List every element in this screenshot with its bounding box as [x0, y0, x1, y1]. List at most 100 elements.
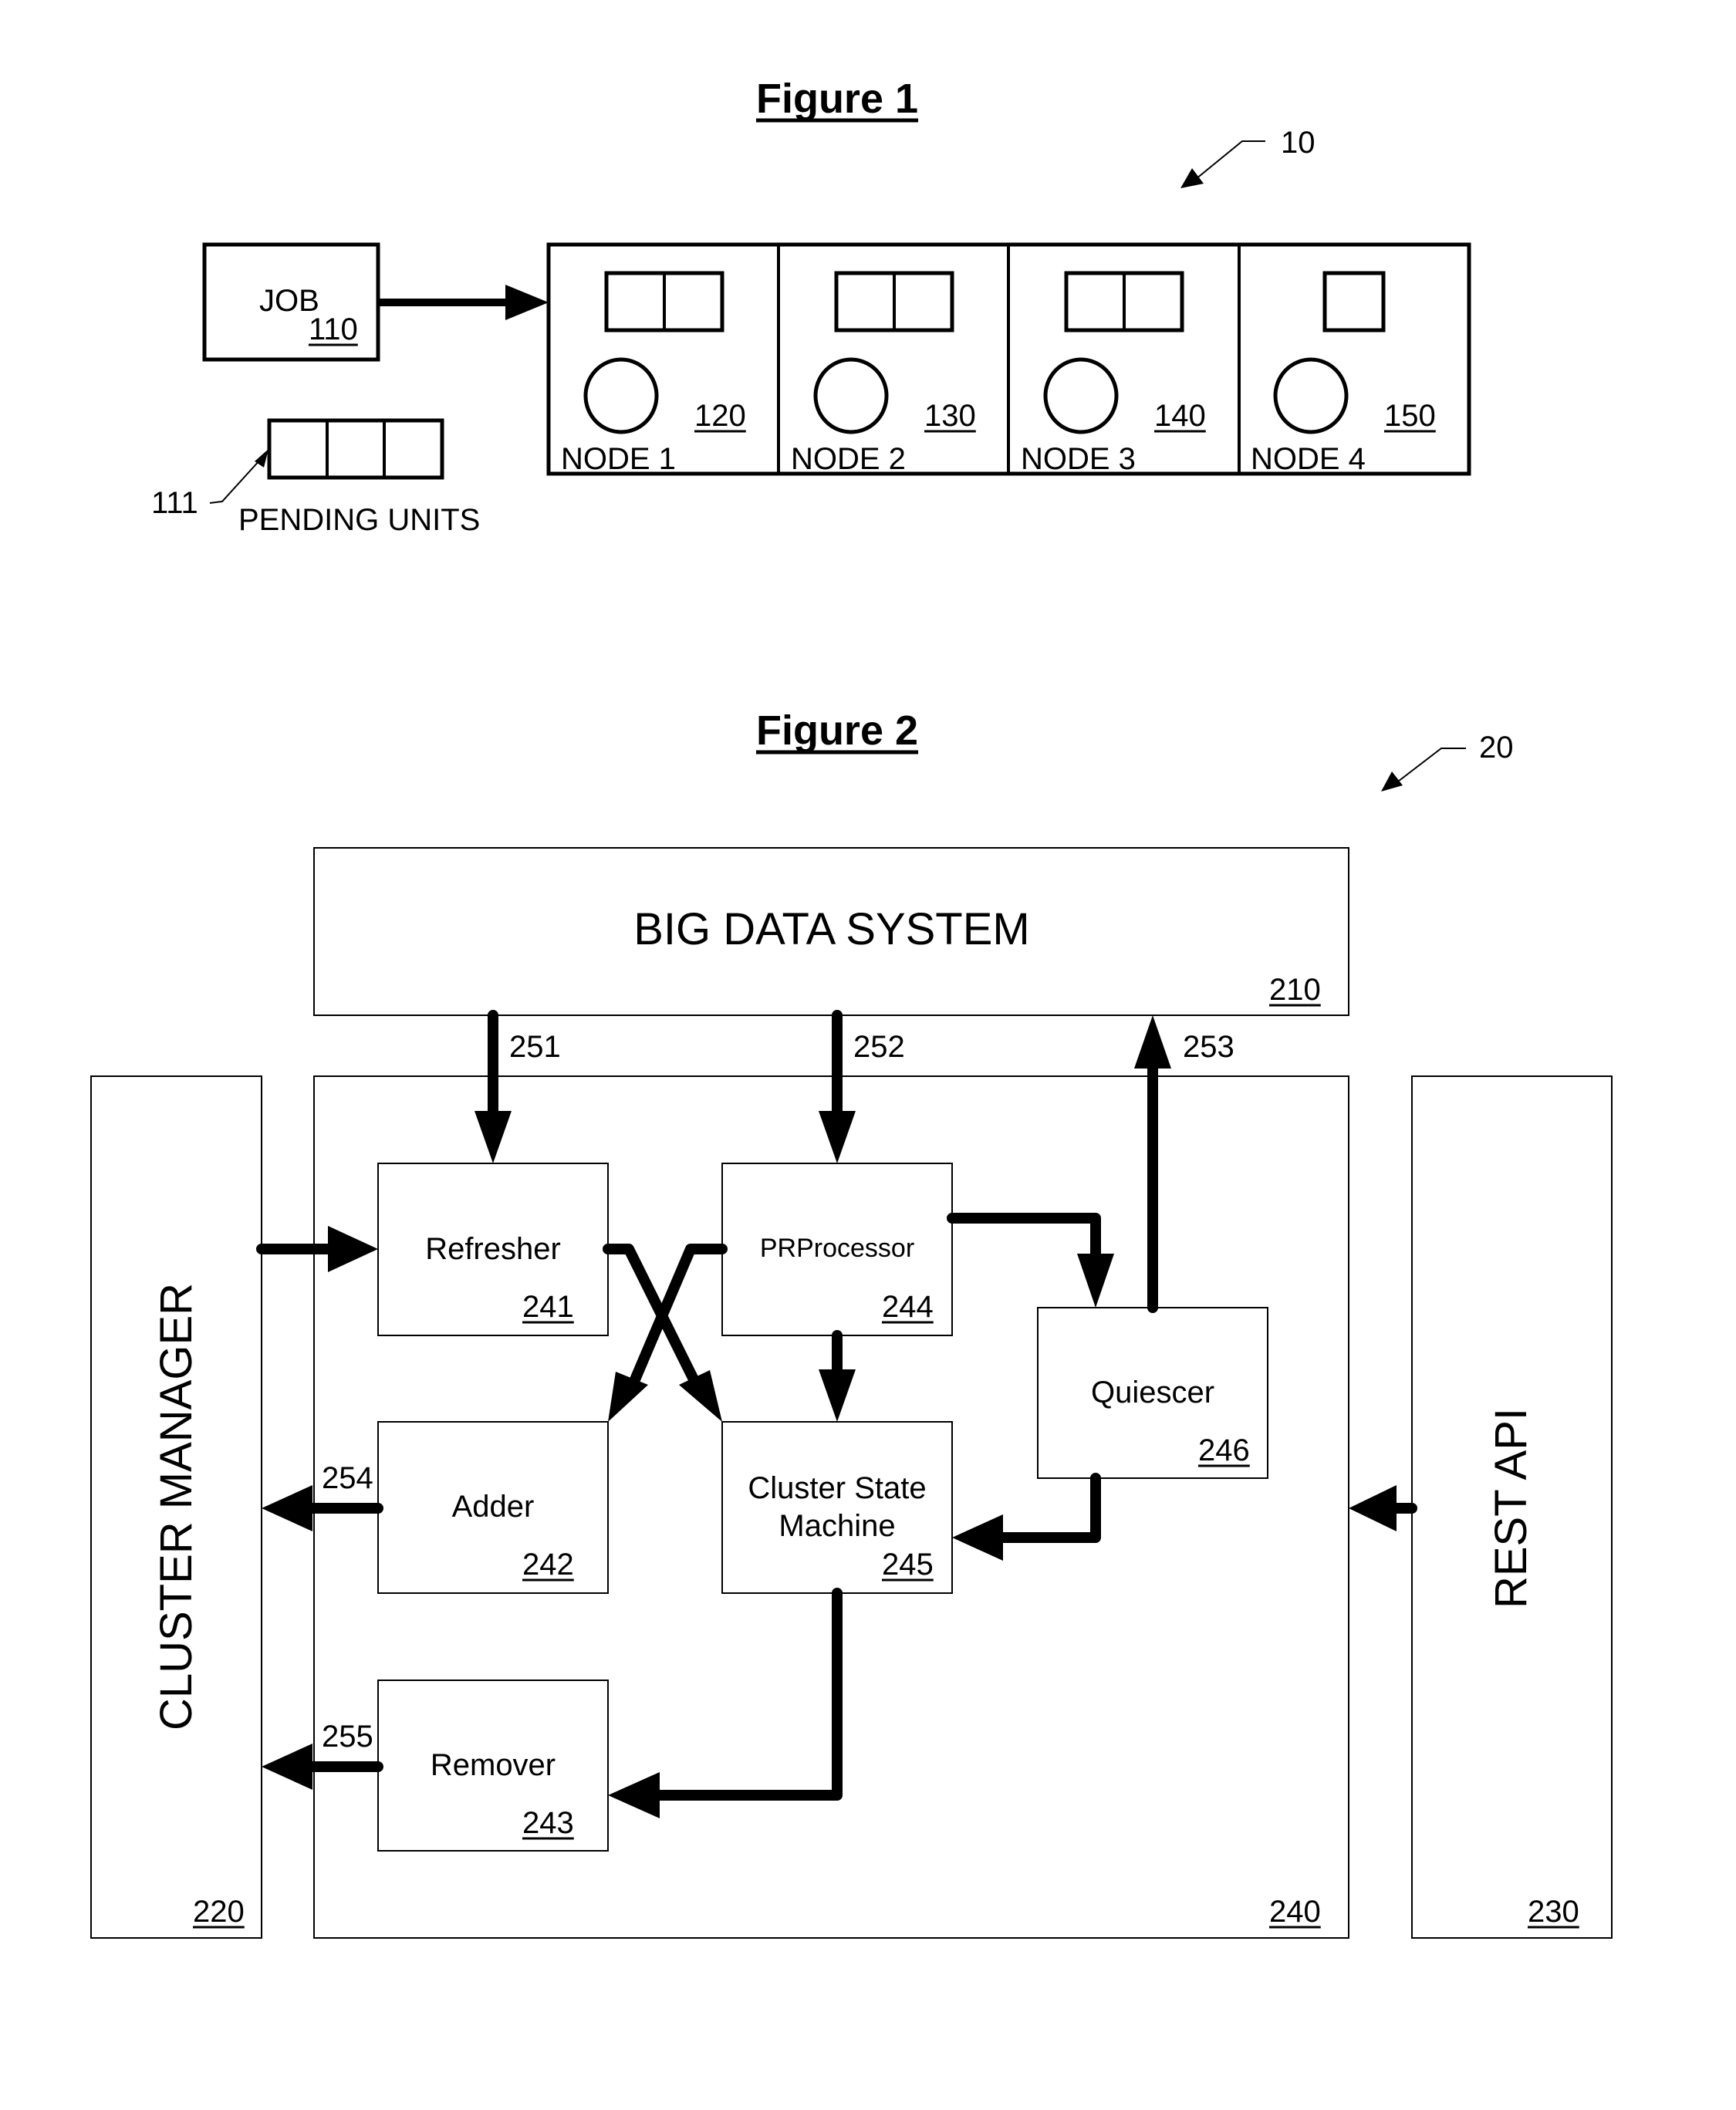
quiescer: Quiescer 246 [1037, 1307, 1268, 1479]
node-4-processor-circle [1273, 357, 1349, 434]
remover: Remover 243 [377, 1680, 609, 1852]
prprocessor-label: PRProcessor [760, 1234, 914, 1263]
node-1: 120 NODE 1 [561, 271, 746, 476]
prprocessor-to-csm-arrow [819, 1330, 856, 1422]
flow-251-label: 251 [509, 1030, 561, 1064]
node-3-processor-circle [1043, 357, 1119, 434]
node-3-label: NODE 3 [1021, 442, 1136, 476]
node-4: 150 NODE 4 [1251, 271, 1436, 476]
remover-label: Remover [431, 1748, 556, 1782]
quiescer-csm-line [994, 1473, 1101, 1543]
cluster-state-machine: Cluster State Machine 245 [721, 1421, 953, 1594]
arrowhead-111 [255, 449, 269, 468]
node-4-unit-rect [1322, 271, 1386, 333]
refresher-ref: 241 [522, 1290, 574, 1324]
node-3-ref: 140 [1154, 399, 1206, 433]
flow-254-label: 254 [322, 1461, 373, 1495]
adder-label: Adder [452, 1490, 535, 1524]
controller-ref: 240 [1269, 1895, 1321, 1929]
cluster-manager-ref: 220 [193, 1895, 245, 1929]
node-1-ref: 120 [694, 399, 746, 433]
leader-line-20 [1394, 748, 1466, 785]
prprocessor: PRProcessor 244 [721, 1163, 953, 1336]
flow-252-arrow: 252 [819, 1010, 905, 1163]
rest-api: REST API 230 [1411, 1075, 1613, 1939]
node-3: 140 NODE 3 [1021, 271, 1206, 476]
leader-line-111 [209, 458, 262, 504]
flow-251-arrowhead [475, 1111, 512, 1163]
leader-line-10 [1195, 140, 1265, 180]
refresher: Refresher 241 [377, 1163, 609, 1336]
arrowhead-10 [1180, 168, 1204, 188]
prprocessor-csm-arrowhead [819, 1369, 856, 1422]
prprocessor-quiescer-arrowhead [1077, 1254, 1114, 1308]
flow-255-label: 255 [322, 1720, 373, 1754]
flow-254-arrow: 254 [262, 1461, 383, 1531]
prprocessor-ref: 244 [882, 1290, 934, 1324]
job-ref: 110 [309, 312, 358, 346]
node-2-ref: 130 [924, 399, 976, 433]
node-2: 130 NODE 2 [791, 271, 976, 476]
flow-252-label: 252 [853, 1030, 905, 1064]
cluster-state-machine-label-line1: Cluster State [748, 1471, 926, 1505]
csm-remover-line [650, 1588, 843, 1801]
flow-255-arrow: 255 [262, 1720, 383, 1790]
remover-ref: 243 [522, 1806, 574, 1840]
node-4-ref: 150 [1384, 399, 1436, 433]
csm-remover-arrowhead [608, 1772, 660, 1818]
arrowhead-20 [1381, 771, 1403, 792]
rest-api-controller-arrowhead [1349, 1485, 1397, 1531]
prprocessor-to-quiescer-arrow [947, 1213, 1114, 1308]
refresher-csm-arrowhead [679, 1370, 722, 1422]
pending-rect [267, 418, 444, 480]
flow-252-arrowhead [819, 1111, 856, 1163]
job-box: JOB 110 [202, 242, 380, 362]
quiescer-to-csm-arrow [952, 1473, 1101, 1561]
quiescer-label: Quiescer [1091, 1376, 1214, 1409]
rest-api-to-controller-arrow [1349, 1485, 1417, 1531]
figure-2-title: Figure 2 [756, 707, 918, 754]
big-data-system-label: BIG DATA SYSTEM [633, 904, 1030, 954]
adder-ref: 242 [522, 1548, 574, 1582]
prprocessor-adder-arrowhead [608, 1372, 648, 1422]
nodes-cluster: 120 NODE 1 130 NODE 2 140 NODE 3 150 NOD… [546, 242, 1471, 476]
cm-refresher-arrowhead [328, 1226, 378, 1272]
ref-10: 10 [1281, 126, 1316, 160]
node-2-label: NODE 2 [791, 442, 906, 476]
ref-20: 20 [1479, 731, 1514, 765]
cluster-state-machine-ref: 245 [882, 1548, 934, 1582]
big-data-system-ref: 210 [1269, 973, 1321, 1007]
figure-1: Figure 1 10 JOB 110 111 PENDING UNITS 12… [151, 76, 1471, 537]
rest-api-ref: 230 [1528, 1895, 1579, 1929]
quiescer-csm-arrowhead [952, 1514, 1003, 1561]
flow-254-arrowhead [262, 1485, 312, 1531]
prprocessor-quiescer-line [947, 1213, 1101, 1263]
job-to-nodes-arrow [378, 285, 549, 320]
system-10-pointer: 10 [1180, 126, 1316, 188]
flow-253-label: 253 [1183, 1030, 1234, 1064]
ref-111: 111 [151, 486, 198, 520]
job-arrowhead [505, 285, 549, 320]
big-data-system: BIG DATA SYSTEM 210 [313, 847, 1349, 1016]
cluster-manager-label: CLUSTER MANAGER [151, 1283, 201, 1730]
node-1-processor-circle [583, 357, 659, 434]
rest-api-label: REST API [1486, 1408, 1536, 1609]
flow-251-arrow: 251 [475, 1010, 561, 1163]
cluster-state-machine-label-line2: Machine [778, 1509, 895, 1543]
adder: Adder 242 [377, 1421, 609, 1594]
cluster-manager: CLUSTER MANAGER 220 [90, 1075, 262, 1939]
cluster-manager-to-refresher-arrow [256, 1226, 378, 1272]
node-2-processor-circle [813, 357, 889, 434]
pending-label: PENDING UNITS [238, 503, 480, 537]
patent-figures: Figure 1 10 JOB 110 111 PENDING UNITS 12… [90, 76, 1613, 1939]
node-4-label: NODE 4 [1251, 442, 1366, 476]
flow-253-arrowhead [1134, 1015, 1171, 1069]
flow-253-arrow: 253 [1134, 1015, 1234, 1313]
csm-to-remover-arrow [608, 1588, 843, 1818]
refresher-label: Refresher [425, 1232, 561, 1266]
flow-255-arrowhead [262, 1744, 312, 1790]
system-20-pointer: 20 [1381, 731, 1514, 792]
node-1-label: NODE 1 [561, 442, 676, 476]
quiescer-ref: 246 [1198, 1433, 1250, 1467]
figure-1-title: Figure 1 [756, 76, 918, 122]
